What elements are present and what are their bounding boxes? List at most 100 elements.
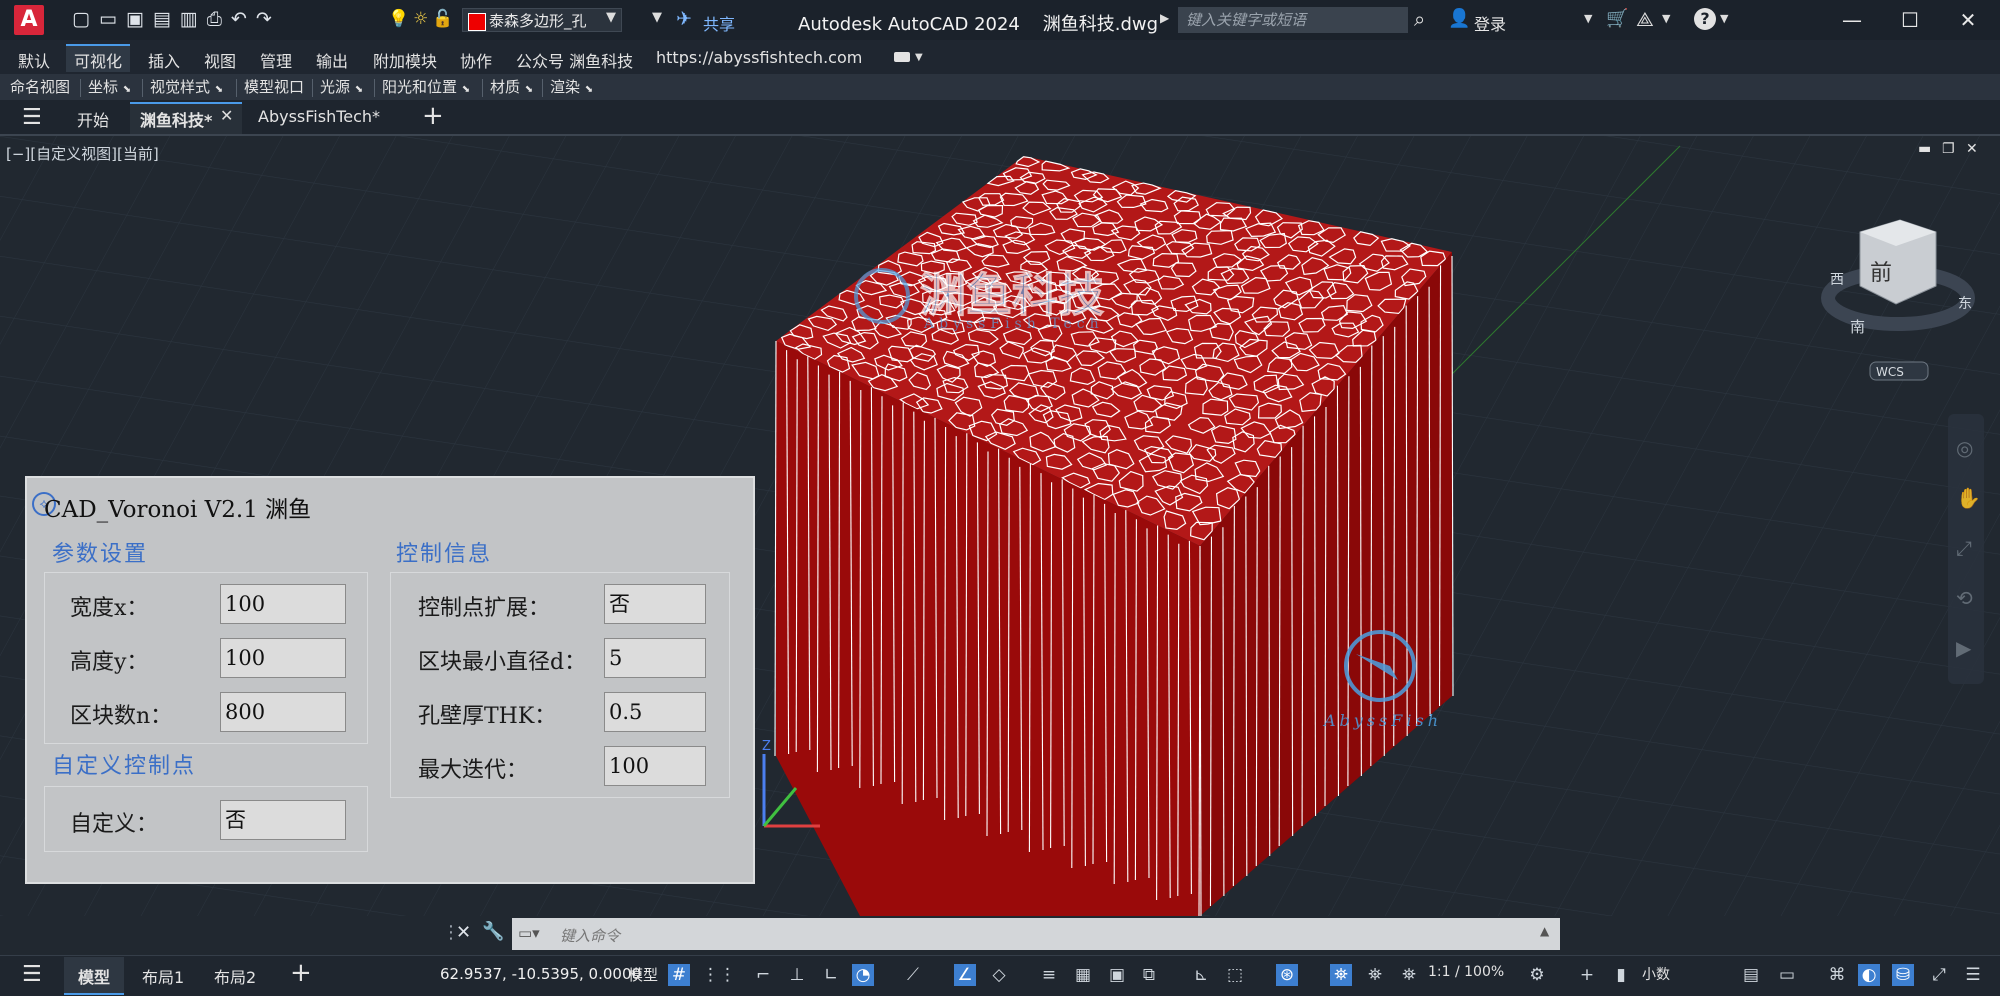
graphics-performance-icon[interactable]: ⛁ [1892, 964, 1914, 986]
save-as-icon[interactable]: ▤ [153, 8, 180, 30]
doc-tab-active[interactable]: 渊鱼科技* [140, 107, 212, 131]
dynamic-input-icon[interactable]: ⊥ [786, 964, 808, 986]
viewport-restore-icon[interactable]: ❐ [1942, 141, 1955, 157]
hardware-acceleration-icon[interactable]: ◐ [1858, 964, 1880, 986]
panel-coordinates[interactable]: 坐标 ⬊ [88, 76, 131, 97]
undo-icon[interactable]: ↶ [231, 8, 256, 30]
workspace-icon[interactable]: ⚙ [1526, 964, 1548, 986]
ortho-mode-icon[interactable]: ∟ [820, 964, 842, 986]
annotation-scale-value[interactable]: 1:1 / 100% [1428, 964, 1504, 980]
ribbon-minimize-dropdown-icon[interactable]: ▼ [915, 52, 923, 63]
showmotion-icon[interactable]: ▶ [1956, 636, 1971, 660]
width-field[interactable]: 100 [220, 584, 346, 624]
clean-screen-icon[interactable]: ⤢ [1928, 964, 1950, 986]
infer-constraints-icon[interactable]: ⌐ [752, 964, 774, 986]
height-field[interactable]: 100 [220, 638, 346, 678]
app-menu-icon[interactable]: ☰ [22, 105, 42, 130]
tab-default[interactable]: 默认 [18, 48, 50, 72]
login-dropdown-icon[interactable]: ▼ [1584, 12, 1592, 25]
plot-icon[interactable]: ⎙ [207, 8, 231, 30]
panel-materials[interactable]: 材质 ⬊ [490, 76, 533, 97]
units-dropdown[interactable]: 小数 [1642, 964, 1670, 984]
quick-properties-icon[interactable]: ▤ [1740, 964, 1762, 986]
viewport-minimize-icon[interactable]: ▬ [1918, 141, 1931, 157]
share-icon[interactable]: ✈ [676, 8, 692, 30]
panel-named-views[interactable]: 命名视图 [10, 76, 70, 97]
custom-field[interactable]: 否 [220, 800, 346, 840]
layer-dropdown[interactable]: 泰森多边形_孔 [462, 8, 622, 32]
orbit-icon[interactable]: ⟲ [1956, 586, 1973, 610]
tab-wechat-account[interactable]: 公众号 渊鱼科技 [516, 48, 633, 72]
maximize-button[interactable]: ☐ [1898, 8, 1922, 32]
lineweight-icon[interactable]: ≡ [1038, 964, 1060, 986]
autodesk-app-icon[interactable]: ⟁ [1636, 7, 1654, 31]
close-button[interactable]: ✕ [1956, 8, 1980, 32]
grid-toggle-icon[interactable]: # [668, 964, 690, 986]
wall-field[interactable]: 0.5 [604, 692, 706, 732]
minimize-button[interactable]: — [1840, 8, 1864, 32]
tab-view[interactable]: 视图 [204, 48, 236, 72]
cart-icon[interactable]: 🛒 [1606, 8, 1628, 29]
iter-field[interactable]: 100 [604, 746, 706, 786]
customize-status-icon[interactable]: ☰ [1962, 964, 1984, 986]
command-input[interactable]: 键入命令 [560, 925, 620, 946]
polar-tracking-icon[interactable]: ◔ [852, 964, 874, 986]
lock-ui-icon[interactable]: ▭ [1776, 964, 1798, 986]
command-line[interactable] [512, 918, 1560, 950]
panel-sun-location[interactable]: 阳光和位置 ⬊ [382, 76, 470, 97]
command-expand-icon[interactable]: ▲ [1540, 924, 1549, 938]
add-layout-icon[interactable]: + [290, 958, 312, 988]
dynamic-ucs-icon[interactable]: ⊾ [1190, 964, 1212, 986]
mindiam-field[interactable]: 5 [604, 638, 706, 678]
app-dropdown-icon[interactable]: ▼ [1662, 12, 1670, 25]
help-dropdown-icon[interactable]: ▼ [1720, 12, 1728, 25]
save-icon[interactable]: ▣ [126, 8, 153, 30]
tab-layout2[interactable]: 布局2 [214, 964, 256, 988]
viewport-close-icon[interactable]: ✕ [1966, 141, 1978, 157]
annotation-visibility-icon[interactable]: ⛯ [1330, 964, 1352, 986]
open-file-icon[interactable]: ▭ [99, 8, 126, 30]
panel-visual-styles[interactable]: 视觉样式 ⬊ [150, 76, 223, 97]
layout-menu-icon[interactable]: ☰ [22, 962, 42, 987]
doc-tab-abyssfishtech[interactable]: AbyssFishTech* [258, 107, 380, 126]
tab-output[interactable]: 输出 [316, 48, 348, 72]
pan-icon[interactable]: ✋ [1956, 486, 1981, 510]
panel-model-viewports[interactable]: 模型视口 [244, 76, 304, 97]
steering-wheel-icon[interactable]: ◎ [1956, 436, 1973, 460]
search-icon[interactable]: ⌕ [1414, 7, 1425, 31]
search-expand-icon[interactable]: ▶ [1160, 11, 1169, 25]
navigation-bar[interactable]: ◎ ✋ ⤢ ⟲ ▶ [1948, 414, 1984, 684]
selection-cycling-icon[interactable]: ▣ [1106, 964, 1128, 986]
user-icon[interactable]: 👤 [1448, 8, 1470, 29]
isolate-objects-icon[interactable]: ⌘ [1826, 964, 1848, 986]
new-tab-icon[interactable]: + [422, 101, 444, 131]
panel-lights[interactable]: 光源 ⬊ [320, 76, 363, 97]
search-input[interactable]: 键入关键字或短语 [1178, 7, 1408, 33]
units-icon[interactable]: ▮ [1610, 964, 1632, 986]
tab-insert[interactable]: 插入 [148, 48, 180, 72]
zoom-extents-icon[interactable]: ⤢ [1956, 536, 1972, 560]
share-button[interactable]: 共享 [703, 11, 735, 35]
customize-qat-icon[interactable]: ▼ [652, 10, 662, 25]
tab-visualize[interactable]: 可视化 [74, 48, 122, 72]
login-button[interactable]: 登录 [1474, 11, 1506, 35]
tab-website[interactable]: https://abyssfishtech.com [656, 48, 862, 67]
blocks-field[interactable]: 800 [220, 692, 346, 732]
auto-scale-icon[interactable]: ⛯ [1364, 964, 1386, 986]
isodraft-icon[interactable]: ⟋ [902, 964, 924, 986]
annotation-monitor-icon[interactable]: + [1576, 964, 1598, 986]
new-file-icon[interactable]: ▢ [72, 8, 99, 30]
tab-model[interactable]: 模型 [78, 964, 110, 988]
publish-icon[interactable]: ▥ [180, 8, 207, 30]
3d-osnap-icon[interactable]: ⧉ [1138, 964, 1160, 986]
ribbon-minimize-icon[interactable] [894, 52, 910, 62]
gizmo-icon[interactable]: ⊛ [1276, 964, 1298, 986]
object-snap-icon[interactable]: ◇ [988, 964, 1010, 986]
help-icon[interactable]: ? [1694, 8, 1716, 30]
command-close-icon[interactable]: ✕ [456, 922, 471, 943]
snap-mode-icon[interactable]: ⋮⋮ [702, 964, 736, 986]
panel-render[interactable]: 渲染 ⬊ [550, 76, 593, 97]
command-line-handle[interactable]: ⋮ ✕ 🔧 [436, 918, 512, 950]
viewport-controls-label[interactable]: [−][自定义视图][当前] [6, 143, 159, 164]
doc-tab-start[interactable]: 开始 [77, 107, 109, 131]
